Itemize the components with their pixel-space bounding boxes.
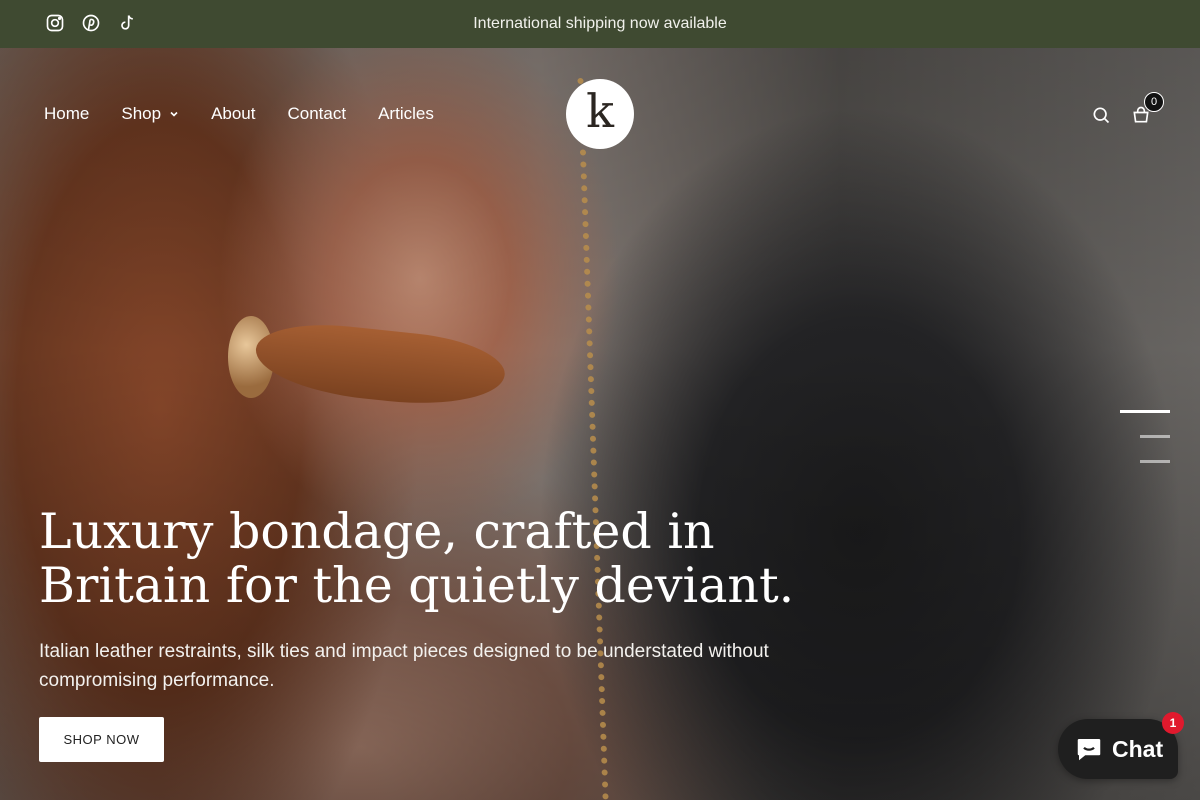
shop-now-button[interactable]: SHOP NOW <box>39 717 164 762</box>
slide-indicator-1[interactable] <box>1120 410 1170 413</box>
site-logo[interactable]: k <box>566 79 634 149</box>
nav-label: Home <box>44 104 90 123</box>
chat-label: Chat <box>1112 735 1164 762</box>
slide-indicator-3[interactable] <box>1140 460 1170 463</box>
cart-icon[interactable]: 0 <box>1130 92 1164 126</box>
chat-bubble-icon <box>1077 739 1101 761</box>
tiktok-icon[interactable] <box>116 12 138 34</box>
nav-item-articles[interactable]: Articles <box>378 104 434 124</box>
chevron-down-icon <box>170 111 178 117</box>
pinterest-icon[interactable] <box>80 12 102 34</box>
nav-item-home[interactable]: Home <box>44 104 89 124</box>
cart-count-badge: 0 <box>1144 92 1164 112</box>
hero-subtext: Italian leather restraints, silk ties an… <box>39 641 769 691</box>
social-links <box>44 12 138 34</box>
slider-pagination <box>1120 410 1170 463</box>
main-nav: Home Shop About Contact Articles <box>44 104 434 124</box>
announcement-text: International shipping now available <box>473 15 727 32</box>
announcement-bar: International shipping now available <box>0 0 1200 48</box>
chat-button[interactable]: Chat 1 <box>1058 712 1184 779</box>
chat-notification-badge: 1 <box>1162 712 1184 734</box>
instagram-icon[interactable] <box>44 12 66 34</box>
header-actions: 0 <box>1090 92 1164 126</box>
hero-photo-collar <box>252 317 508 413</box>
slide-indicator-2[interactable] <box>1140 435 1170 438</box>
logo-letter: k <box>586 84 614 138</box>
search-icon[interactable] <box>1090 104 1112 126</box>
hero-content: Luxury bondage, crafted in Britain for t… <box>39 505 799 762</box>
hero-headline: Luxury bondage, crafted in Britain for t… <box>39 503 795 614</box>
nav-label: About <box>211 104 256 123</box>
nav-label: Contact <box>287 104 347 123</box>
nav-item-contact[interactable]: Contact <box>288 104 347 124</box>
nav-label: Shop <box>121 104 162 123</box>
nav-item-shop[interactable]: Shop <box>121 104 179 124</box>
nav-item-about[interactable]: About <box>211 104 255 124</box>
nav-label: Articles <box>378 104 434 123</box>
